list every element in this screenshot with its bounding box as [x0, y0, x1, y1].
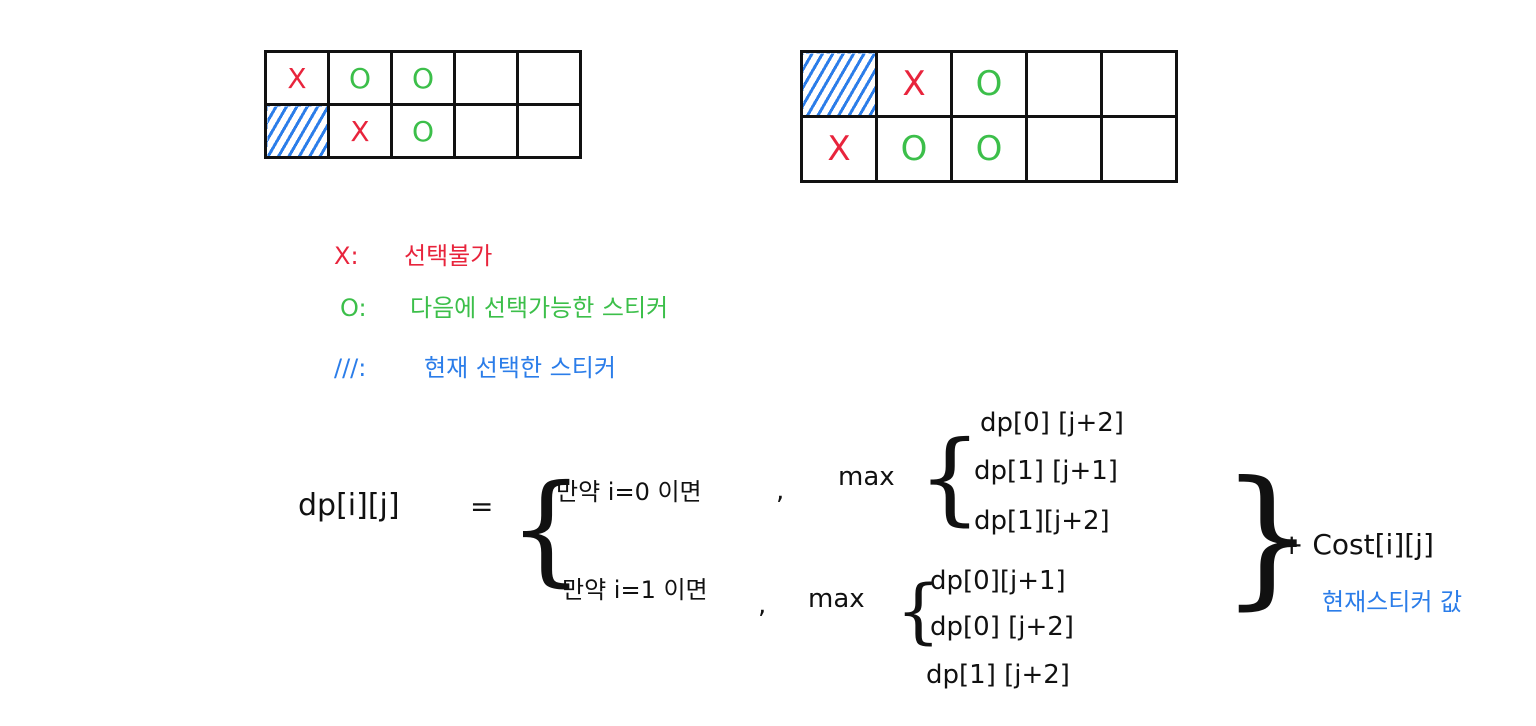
legend-x: X: 선택불가	[334, 236, 492, 271]
legend-o-symbol: O:	[340, 294, 367, 322]
cell-1-4	[1100, 115, 1178, 183]
case1-brace: {	[918, 419, 982, 536]
cell-1-2: O	[390, 103, 456, 159]
case2-condition: 만약 i=1 이면	[562, 576, 708, 604]
formula-equals: =	[470, 490, 494, 523]
cell-0-2: O	[950, 50, 1028, 118]
case2-term-2: dp[0] [j+2]	[930, 612, 1074, 642]
cell-1-1: O	[875, 115, 953, 183]
case1-comma: ,	[776, 476, 785, 506]
case1-condition: 만약 i=0 이면	[556, 478, 702, 506]
legend-o-text: 다음에 선택가능한 스티커	[410, 294, 669, 322]
case2-max: max	[808, 584, 865, 614]
case1-term-1: dp[0] [j+2]	[980, 408, 1124, 438]
cell-1-0-selected	[264, 103, 330, 159]
legend-hatch: ///: 현재 선택한 스티커	[334, 348, 616, 383]
case1-term-2: dp[1] [j+1]	[974, 456, 1118, 486]
cell-0-3	[1025, 50, 1103, 118]
cell-0-1: O	[327, 50, 393, 106]
cell-0-3	[453, 50, 519, 106]
case2-term-1: dp[0][j+1]	[930, 566, 1066, 596]
cell-0-0: X	[264, 50, 330, 106]
cell-0-0-selected	[800, 50, 878, 118]
formula-lhs: dp[i][j]	[298, 488, 400, 523]
cell-0-2: O	[390, 50, 456, 106]
case1-max: max	[838, 462, 895, 492]
case1-term-3: dp[1][j+2]	[974, 506, 1110, 536]
legend-o: O: 다음에 선택가능한 스티커	[340, 288, 668, 323]
cell-0-4	[516, 50, 582, 106]
case2-term-3: dp[1] [j+2]	[926, 660, 1070, 690]
sticker-grid-left: X O O X O	[264, 50, 582, 159]
sticker-grid-right: X O X O O	[800, 50, 1178, 183]
legend-hatch-symbol: ///:	[334, 354, 367, 382]
cell-1-0: X	[800, 115, 878, 183]
legend-x-symbol: X:	[334, 242, 359, 270]
cost-note: 현재스티커 값	[1322, 588, 1463, 616]
cell-1-3	[1025, 115, 1103, 183]
case2-comma: ,	[758, 590, 767, 620]
legend-x-text: 선택불가	[404, 242, 493, 270]
cell-1-4	[516, 103, 582, 159]
cell-1-2: O	[950, 115, 1028, 183]
cell-1-1: X	[327, 103, 393, 159]
cell-0-4	[1100, 50, 1178, 118]
plus-cost: + Cost[i][j]	[1280, 528, 1434, 561]
cell-0-1: X	[875, 50, 953, 118]
legend-hatch-text: 현재 선택한 스티커	[424, 354, 616, 382]
cell-1-3	[453, 103, 519, 159]
